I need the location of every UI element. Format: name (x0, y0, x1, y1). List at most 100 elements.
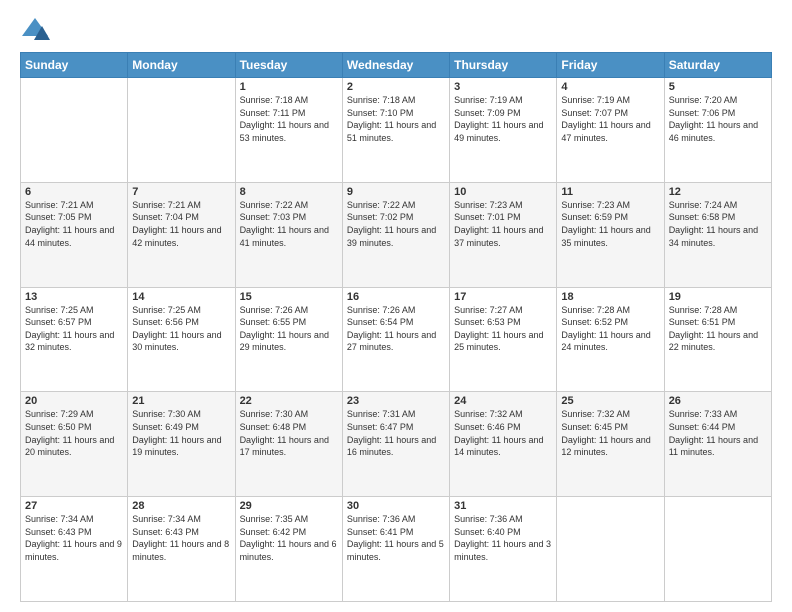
calendar-cell: 31Sunrise: 7:36 AM Sunset: 6:40 PM Dayli… (450, 497, 557, 602)
day-info: Sunrise: 7:32 AM Sunset: 6:45 PM Dayligh… (561, 408, 659, 458)
calendar-cell: 7Sunrise: 7:21 AM Sunset: 7:04 PM Daylig… (128, 182, 235, 287)
day-info: Sunrise: 7:31 AM Sunset: 6:47 PM Dayligh… (347, 408, 445, 458)
calendar-cell: 8Sunrise: 7:22 AM Sunset: 7:03 PM Daylig… (235, 182, 342, 287)
calendar-cell: 15Sunrise: 7:26 AM Sunset: 6:55 PM Dayli… (235, 287, 342, 392)
calendar-cell: 10Sunrise: 7:23 AM Sunset: 7:01 PM Dayli… (450, 182, 557, 287)
calendar-week-row: 6Sunrise: 7:21 AM Sunset: 7:05 PM Daylig… (21, 182, 772, 287)
day-info: Sunrise: 7:36 AM Sunset: 6:40 PM Dayligh… (454, 513, 552, 563)
day-info: Sunrise: 7:22 AM Sunset: 7:03 PM Dayligh… (240, 199, 338, 249)
calendar-cell: 19Sunrise: 7:28 AM Sunset: 6:51 PM Dayli… (664, 287, 771, 392)
day-info: Sunrise: 7:28 AM Sunset: 6:52 PM Dayligh… (561, 304, 659, 354)
calendar-cell: 29Sunrise: 7:35 AM Sunset: 6:42 PM Dayli… (235, 497, 342, 602)
calendar-cell: 27Sunrise: 7:34 AM Sunset: 6:43 PM Dayli… (21, 497, 128, 602)
day-info: Sunrise: 7:21 AM Sunset: 7:04 PM Dayligh… (132, 199, 230, 249)
day-number: 14 (132, 291, 230, 303)
day-info: Sunrise: 7:18 AM Sunset: 7:11 PM Dayligh… (240, 94, 338, 144)
calendar-cell: 18Sunrise: 7:28 AM Sunset: 6:52 PM Dayli… (557, 287, 664, 392)
day-number: 18 (561, 291, 659, 303)
calendar-week-row: 20Sunrise: 7:29 AM Sunset: 6:50 PM Dayli… (21, 392, 772, 497)
calendar-cell: 23Sunrise: 7:31 AM Sunset: 6:47 PM Dayli… (342, 392, 449, 497)
day-number: 15 (240, 291, 338, 303)
weekday-header: Thursday (450, 53, 557, 78)
day-number: 26 (669, 395, 767, 407)
calendar-cell: 26Sunrise: 7:33 AM Sunset: 6:44 PM Dayli… (664, 392, 771, 497)
day-number: 12 (669, 186, 767, 198)
calendar-cell: 30Sunrise: 7:36 AM Sunset: 6:41 PM Dayli… (342, 497, 449, 602)
day-number: 13 (25, 291, 123, 303)
calendar-cell: 16Sunrise: 7:26 AM Sunset: 6:54 PM Dayli… (342, 287, 449, 392)
day-number: 10 (454, 186, 552, 198)
day-number: 30 (347, 500, 445, 512)
calendar-cell: 24Sunrise: 7:32 AM Sunset: 6:46 PM Dayli… (450, 392, 557, 497)
weekday-header: Friday (557, 53, 664, 78)
day-info: Sunrise: 7:34 AM Sunset: 6:43 PM Dayligh… (25, 513, 123, 563)
calendar-cell: 21Sunrise: 7:30 AM Sunset: 6:49 PM Dayli… (128, 392, 235, 497)
header (20, 16, 772, 44)
day-number: 22 (240, 395, 338, 407)
day-number: 2 (347, 81, 445, 93)
day-number: 9 (347, 186, 445, 198)
day-info: Sunrise: 7:18 AM Sunset: 7:10 PM Dayligh… (347, 94, 445, 144)
day-number: 19 (669, 291, 767, 303)
day-number: 16 (347, 291, 445, 303)
day-number: 31 (454, 500, 552, 512)
day-info: Sunrise: 7:33 AM Sunset: 6:44 PM Dayligh… (669, 408, 767, 458)
day-info: Sunrise: 7:35 AM Sunset: 6:42 PM Dayligh… (240, 513, 338, 563)
calendar-cell: 25Sunrise: 7:32 AM Sunset: 6:45 PM Dayli… (557, 392, 664, 497)
day-info: Sunrise: 7:28 AM Sunset: 6:51 PM Dayligh… (669, 304, 767, 354)
weekday-header-row: SundayMondayTuesdayWednesdayThursdayFrid… (21, 53, 772, 78)
day-info: Sunrise: 7:27 AM Sunset: 6:53 PM Dayligh… (454, 304, 552, 354)
day-info: Sunrise: 7:19 AM Sunset: 7:09 PM Dayligh… (454, 94, 552, 144)
calendar-cell: 17Sunrise: 7:27 AM Sunset: 6:53 PM Dayli… (450, 287, 557, 392)
calendar-cell (128, 78, 235, 183)
calendar-cell: 13Sunrise: 7:25 AM Sunset: 6:57 PM Dayli… (21, 287, 128, 392)
day-info: Sunrise: 7:34 AM Sunset: 6:43 PM Dayligh… (132, 513, 230, 563)
day-number: 4 (561, 81, 659, 93)
calendar-cell: 6Sunrise: 7:21 AM Sunset: 7:05 PM Daylig… (21, 182, 128, 287)
weekday-header: Monday (128, 53, 235, 78)
calendar-cell: 4Sunrise: 7:19 AM Sunset: 7:07 PM Daylig… (557, 78, 664, 183)
calendar-week-row: 1Sunrise: 7:18 AM Sunset: 7:11 PM Daylig… (21, 78, 772, 183)
day-info: Sunrise: 7:24 AM Sunset: 6:58 PM Dayligh… (669, 199, 767, 249)
calendar-cell: 3Sunrise: 7:19 AM Sunset: 7:09 PM Daylig… (450, 78, 557, 183)
day-number: 8 (240, 186, 338, 198)
day-number: 23 (347, 395, 445, 407)
weekday-header: Sunday (21, 53, 128, 78)
day-info: Sunrise: 7:30 AM Sunset: 6:49 PM Dayligh… (132, 408, 230, 458)
day-info: Sunrise: 7:20 AM Sunset: 7:06 PM Dayligh… (669, 94, 767, 144)
calendar-cell: 11Sunrise: 7:23 AM Sunset: 6:59 PM Dayli… (557, 182, 664, 287)
day-number: 24 (454, 395, 552, 407)
calendar-table: SundayMondayTuesdayWednesdayThursdayFrid… (20, 52, 772, 602)
day-number: 3 (454, 81, 552, 93)
day-info: Sunrise: 7:21 AM Sunset: 7:05 PM Dayligh… (25, 199, 123, 249)
weekday-header: Saturday (664, 53, 771, 78)
weekday-header: Tuesday (235, 53, 342, 78)
day-number: 21 (132, 395, 230, 407)
day-info: Sunrise: 7:26 AM Sunset: 6:55 PM Dayligh… (240, 304, 338, 354)
calendar-cell: 9Sunrise: 7:22 AM Sunset: 7:02 PM Daylig… (342, 182, 449, 287)
day-info: Sunrise: 7:36 AM Sunset: 6:41 PM Dayligh… (347, 513, 445, 563)
calendar-cell: 1Sunrise: 7:18 AM Sunset: 7:11 PM Daylig… (235, 78, 342, 183)
calendar-week-row: 27Sunrise: 7:34 AM Sunset: 6:43 PM Dayli… (21, 497, 772, 602)
day-info: Sunrise: 7:19 AM Sunset: 7:07 PM Dayligh… (561, 94, 659, 144)
day-info: Sunrise: 7:29 AM Sunset: 6:50 PM Dayligh… (25, 408, 123, 458)
calendar-cell (664, 497, 771, 602)
day-number: 29 (240, 500, 338, 512)
day-number: 5 (669, 81, 767, 93)
day-info: Sunrise: 7:25 AM Sunset: 6:56 PM Dayligh… (132, 304, 230, 354)
day-number: 1 (240, 81, 338, 93)
calendar-week-row: 13Sunrise: 7:25 AM Sunset: 6:57 PM Dayli… (21, 287, 772, 392)
day-number: 6 (25, 186, 123, 198)
calendar-cell: 2Sunrise: 7:18 AM Sunset: 7:10 PM Daylig… (342, 78, 449, 183)
day-info: Sunrise: 7:23 AM Sunset: 6:59 PM Dayligh… (561, 199, 659, 249)
day-info: Sunrise: 7:26 AM Sunset: 6:54 PM Dayligh… (347, 304, 445, 354)
day-number: 11 (561, 186, 659, 198)
day-number: 27 (25, 500, 123, 512)
day-number: 20 (25, 395, 123, 407)
day-info: Sunrise: 7:32 AM Sunset: 6:46 PM Dayligh… (454, 408, 552, 458)
day-info: Sunrise: 7:25 AM Sunset: 6:57 PM Dayligh… (25, 304, 123, 354)
day-number: 17 (454, 291, 552, 303)
calendar-cell (21, 78, 128, 183)
page: SundayMondayTuesdayWednesdayThursdayFrid… (0, 0, 792, 612)
day-number: 25 (561, 395, 659, 407)
